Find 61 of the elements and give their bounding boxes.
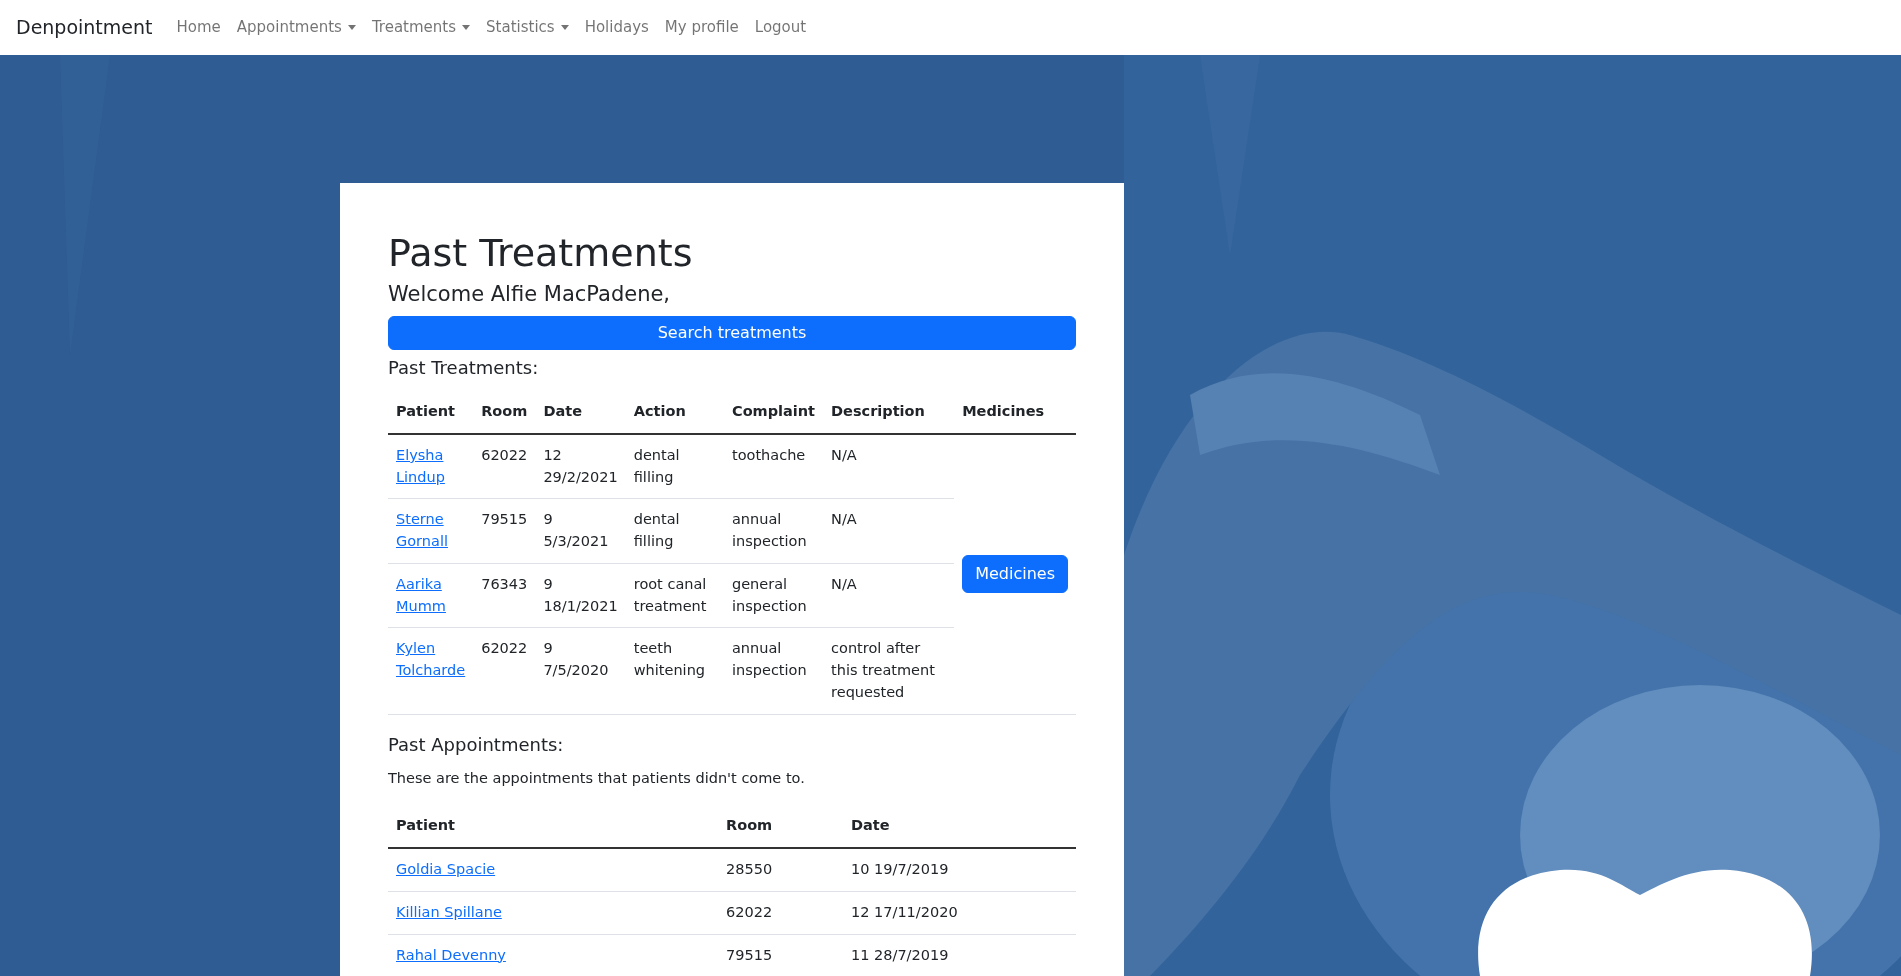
nav-dropdown[interactable]: Treatments bbox=[363, 16, 479, 39]
column-header: Description bbox=[823, 391, 955, 434]
table-cell: root canal treatment bbox=[625, 563, 724, 628]
table-cell: general inspection bbox=[724, 563, 824, 628]
table-cell: 62022 bbox=[473, 433, 536, 499]
table-cell: 28550 bbox=[718, 848, 843, 892]
column-header: Patient bbox=[388, 805, 718, 849]
table-cell: N/A bbox=[823, 433, 955, 499]
column-header: Medicines bbox=[954, 391, 1076, 434]
table-cell: annual inspection bbox=[724, 627, 824, 715]
caret-icon bbox=[347, 25, 356, 31]
table-cell: 12 17/11/2020 bbox=[843, 891, 1076, 935]
patient-link[interactable]: Sterne Gornall bbox=[396, 509, 466, 553]
patient-link[interactable]: Goldia Spacie bbox=[396, 859, 496, 881]
caret-icon bbox=[560, 25, 569, 31]
nav-dropdown[interactable]: Statistics bbox=[478, 16, 577, 39]
column-header: Room bbox=[718, 805, 843, 849]
patient-link[interactable]: Aarika Mumm bbox=[396, 573, 466, 618]
section-heading: Past Treatments: bbox=[388, 356, 540, 381]
table-cell: 11 28/7/2019 bbox=[843, 934, 1076, 976]
table-cell: 9 7/5/2020 bbox=[535, 627, 626, 715]
table-cell: dental filling bbox=[625, 498, 724, 564]
search-treatments-button[interactable]: Search treatments bbox=[388, 316, 1076, 351]
table-cell: 10 19/7/2019 bbox=[843, 848, 1076, 892]
column-header: Date bbox=[535, 391, 626, 434]
column-header: Patient bbox=[388, 391, 474, 434]
table-cell: N/A bbox=[823, 498, 955, 564]
welcome-text: Welcome Alfie MacPadene, bbox=[388, 280, 672, 308]
table-cell: 79515 bbox=[473, 498, 536, 564]
nav-link[interactable]: Logout bbox=[746, 16, 815, 39]
table-cell: teeth whitening bbox=[625, 627, 724, 715]
table-cell: annual inspection bbox=[724, 498, 824, 564]
caret-icon bbox=[462, 25, 471, 31]
table-cell: control after this treatment requested bbox=[823, 627, 955, 715]
table-cell: toothache bbox=[724, 433, 824, 499]
note-text: These are the appointments that patients didn't come to. bbox=[388, 768, 806, 788]
table-cell: 9 5/3/2021 bbox=[535, 498, 626, 564]
page-title: Past Treatments bbox=[388, 231, 694, 277]
table-cell: 62022 bbox=[718, 891, 843, 935]
patient-link[interactable]: Rahal Devenny bbox=[396, 944, 506, 967]
medicines-button[interactable]: Medicines bbox=[962, 555, 1068, 594]
table-cell: 62022 bbox=[473, 627, 536, 715]
brand-logo-text[interactable]: Denpointment bbox=[16, 13, 153, 42]
table-cell: 12 29/2/2021 bbox=[535, 433, 626, 499]
column-header: Date bbox=[843, 805, 1076, 849]
table-cell: 76343 bbox=[473, 563, 536, 628]
table-cell: N/A bbox=[823, 563, 955, 628]
patient-link[interactable]: Elysha Lindup bbox=[396, 444, 466, 489]
nav-link[interactable]: Holidays bbox=[576, 16, 657, 39]
column-header: Complaint bbox=[724, 391, 824, 434]
patient-link[interactable]: Killian Spillane bbox=[396, 901, 502, 924]
nav-link[interactable]: Home bbox=[168, 16, 229, 39]
patient-link[interactable]: Kylen Tolcharde bbox=[396, 638, 466, 682]
table-cell: 79515 bbox=[718, 934, 843, 976]
column-header: Room bbox=[473, 391, 536, 434]
column-header: Action bbox=[625, 391, 724, 434]
table-cell: dental filling bbox=[625, 433, 724, 499]
table-cell: 9 18/1/2021 bbox=[535, 563, 626, 628]
nav-link[interactable]: My profile bbox=[656, 16, 747, 39]
nav-dropdown[interactable]: Appointments bbox=[228, 16, 364, 39]
section-heading: Past Appointments: bbox=[388, 732, 565, 757]
